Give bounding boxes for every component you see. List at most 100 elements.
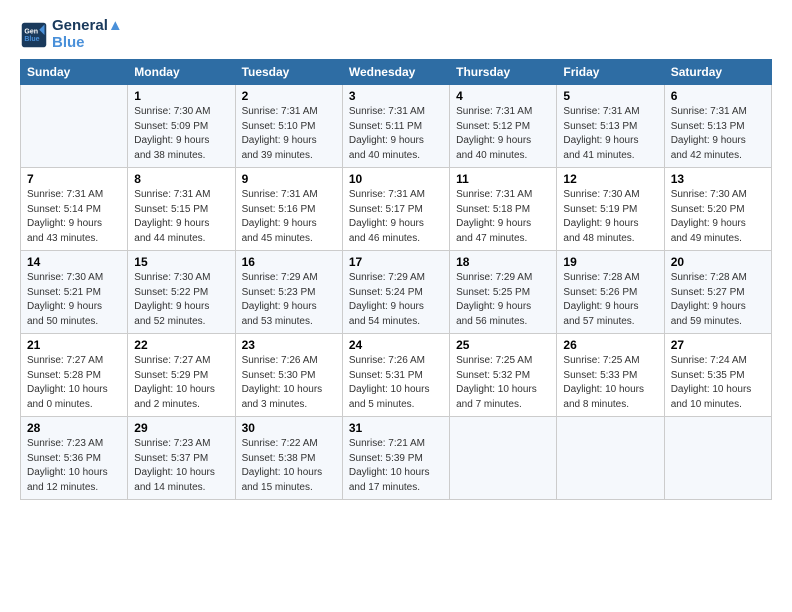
week-row-3: 14 Sunrise: 7:30 AM Sunset: 5:21 PM Dayli… [21, 251, 772, 334]
col-header-saturday: Saturday [664, 60, 771, 85]
day-info: Sunrise: 7:31 AM Sunset: 5:14 PM Dayligh… [27, 188, 121, 246]
day-info: Sunrise: 7:30 AM Sunset: 5:21 PM Dayligh… [27, 271, 121, 329]
day-number: 19 [563, 255, 657, 269]
week-row-4: 21Sunrise: 7:27 AM Sunset: 5:28 PM Dayli… [21, 334, 772, 417]
day-number: 24 [349, 338, 443, 352]
day-info: Sunrise: 7:31 AM Sunset: 5:15 PM Dayligh… [134, 188, 228, 246]
week-row-1: 1Sunrise: 7:30 AM Sunset: 5:09 PM Daylig… [21, 85, 772, 168]
day-number: 30 [242, 421, 336, 435]
day-number: 21 [27, 338, 121, 352]
day-number: 17 [349, 255, 443, 269]
day-info: Sunrise: 7:29 AM Sunset: 5:25 PM Dayligh… [456, 271, 550, 329]
calendar-cell: 22 Sunrise: 7:27 AM Sunset: 5:29 PM Dayli… [128, 334, 235, 417]
day-number: 14 [27, 255, 121, 269]
calendar-cell [664, 417, 771, 500]
day-info: Sunrise: 7:31 AM Sunset: 5:12 PM Dayligh… [456, 105, 550, 163]
day-info: Sunrise: 7:27 AM Sunset: 5:29 PM Dayligh… [134, 354, 228, 412]
day-info: Sunrise: 7:31 AM Sunset: 5:13 PM Dayligh… [563, 105, 657, 163]
calendar-cell: 18Sunrise: 7:29 AM Sunset: 5:25 PM Dayli… [450, 251, 557, 334]
calendar-cell: 28 Sunrise: 7:23 AM Sunset: 5:36 PM Dayli… [21, 417, 128, 500]
calendar-cell: 27 Sunrise: 7:24 AM Sunset: 5:35 PM Dayli… [664, 334, 771, 417]
calendar-cell: 13Sunrise: 7:30 AM Sunset: 5:20 PM Dayli… [664, 168, 771, 251]
week-row-5: 28 Sunrise: 7:23 AM Sunset: 5:36 PM Dayli… [21, 417, 772, 500]
calendar-cell [450, 417, 557, 500]
page: Gen Blue General▲ Blue SundayMondayTuesd… [0, 0, 792, 612]
day-info: Sunrise: 7:28 AM Sunset: 5:26 PM Dayligh… [563, 271, 657, 329]
calendar-cell: 4Sunrise: 7:31 AM Sunset: 5:12 PM Daylig… [450, 85, 557, 168]
day-info: Sunrise: 7:29 AM Sunset: 5:23 PM Dayligh… [242, 271, 336, 329]
day-number: 28 [27, 421, 121, 435]
calendar-cell: 30 Sunrise: 7:22 AM Sunset: 5:38 PM Dayli… [235, 417, 342, 500]
calendar-cell: 5 Sunrise: 7:31 AM Sunset: 5:13 PM Daylig… [557, 85, 664, 168]
day-info: Sunrise: 7:30 AM Sunset: 5:19 PM Dayligh… [563, 188, 657, 246]
day-info: Sunrise: 7:26 AM Sunset: 5:30 PM Dayligh… [242, 354, 336, 412]
day-number: 11 [456, 172, 550, 186]
day-number: 8 [134, 172, 228, 186]
calendar-cell: 25 Sunrise: 7:25 AM Sunset: 5:32 PM Dayli… [450, 334, 557, 417]
day-number: 29 [134, 421, 228, 435]
calendar-cell: 12 Sunrise: 7:30 AM Sunset: 5:19 PM Dayli… [557, 168, 664, 251]
col-header-sunday: Sunday [21, 60, 128, 85]
day-number: 15 [134, 255, 228, 269]
day-info: Sunrise: 7:24 AM Sunset: 5:35 PM Dayligh… [671, 354, 765, 412]
calendar-cell: 19 Sunrise: 7:28 AM Sunset: 5:26 PM Dayli… [557, 251, 664, 334]
day-number: 12 [563, 172, 657, 186]
logo-icon: Gen Blue [20, 21, 48, 49]
day-number: 13 [671, 172, 765, 186]
calendar-cell [21, 85, 128, 168]
day-info: Sunrise: 7:31 AM Sunset: 5:16 PM Dayligh… [242, 188, 336, 246]
day-number: 9 [242, 172, 336, 186]
logo: Gen Blue General▲ Blue [20, 18, 123, 51]
day-info: Sunrise: 7:31 AM Sunset: 5:13 PM Dayligh… [671, 105, 765, 163]
calendar-cell: 23 Sunrise: 7:26 AM Sunset: 5:30 PM Dayli… [235, 334, 342, 417]
day-info: Sunrise: 7:25 AM Sunset: 5:33 PM Dayligh… [563, 354, 657, 412]
col-header-tuesday: Tuesday [235, 60, 342, 85]
header-row: SundayMondayTuesdayWednesdayThursdayFrid… [21, 60, 772, 85]
week-row-2: 7 Sunrise: 7:31 AM Sunset: 5:14 PM Daylig… [21, 168, 772, 251]
calendar-cell: 17 Sunrise: 7:29 AM Sunset: 5:24 PM Dayli… [342, 251, 449, 334]
calendar-cell: 26 Sunrise: 7:25 AM Sunset: 5:33 PM Dayli… [557, 334, 664, 417]
day-number: 26 [563, 338, 657, 352]
day-number: 27 [671, 338, 765, 352]
day-number: 20 [671, 255, 765, 269]
calendar-cell: 24Sunrise: 7:26 AM Sunset: 5:31 PM Dayli… [342, 334, 449, 417]
day-info: Sunrise: 7:23 AM Sunset: 5:36 PM Dayligh… [27, 437, 121, 495]
day-info: Sunrise: 7:30 AM Sunset: 5:09 PM Dayligh… [134, 105, 228, 163]
day-number: 31 [349, 421, 443, 435]
calendar-cell: 2 Sunrise: 7:31 AM Sunset: 5:10 PM Daylig… [235, 85, 342, 168]
day-info: Sunrise: 7:30 AM Sunset: 5:22 PM Dayligh… [134, 271, 228, 329]
calendar-table: SundayMondayTuesdayWednesdayThursdayFrid… [20, 59, 772, 500]
day-info: Sunrise: 7:22 AM Sunset: 5:38 PM Dayligh… [242, 437, 336, 495]
day-info: Sunrise: 7:31 AM Sunset: 5:18 PM Dayligh… [456, 188, 550, 246]
day-info: Sunrise: 7:29 AM Sunset: 5:24 PM Dayligh… [349, 271, 443, 329]
day-info: Sunrise: 7:25 AM Sunset: 5:32 PM Dayligh… [456, 354, 550, 412]
day-info: Sunrise: 7:23 AM Sunset: 5:37 PM Dayligh… [134, 437, 228, 495]
calendar-cell: 14 Sunrise: 7:30 AM Sunset: 5:21 PM Dayli… [21, 251, 128, 334]
logo-text: General▲ Blue [52, 18, 123, 51]
col-header-wednesday: Wednesday [342, 60, 449, 85]
day-number: 6 [671, 89, 765, 103]
day-number: 25 [456, 338, 550, 352]
calendar-cell [557, 417, 664, 500]
col-header-friday: Friday [557, 60, 664, 85]
day-number: 2 [242, 89, 336, 103]
calendar-cell: 29 Sunrise: 7:23 AM Sunset: 5:37 PM Dayli… [128, 417, 235, 500]
calendar-cell: 8 Sunrise: 7:31 AM Sunset: 5:15 PM Daylig… [128, 168, 235, 251]
day-info: Sunrise: 7:21 AM Sunset: 5:39 PM Dayligh… [349, 437, 443, 495]
calendar-cell: 9 Sunrise: 7:31 AM Sunset: 5:16 PM Daylig… [235, 168, 342, 251]
day-number: 22 [134, 338, 228, 352]
calendar-cell: 1Sunrise: 7:30 AM Sunset: 5:09 PM Daylig… [128, 85, 235, 168]
col-header-monday: Monday [128, 60, 235, 85]
day-number: 23 [242, 338, 336, 352]
day-number: 10 [349, 172, 443, 186]
calendar-cell: 6 Sunrise: 7:31 AM Sunset: 5:13 PM Daylig… [664, 85, 771, 168]
calendar-cell: 11 Sunrise: 7:31 AM Sunset: 5:18 PM Dayli… [450, 168, 557, 251]
day-info: Sunrise: 7:31 AM Sunset: 5:10 PM Dayligh… [242, 105, 336, 163]
svg-text:Blue: Blue [24, 36, 39, 43]
calendar-cell: 20Sunrise: 7:28 AM Sunset: 5:27 PM Dayli… [664, 251, 771, 334]
day-number: 7 [27, 172, 121, 186]
day-number: 5 [563, 89, 657, 103]
day-info: Sunrise: 7:31 AM Sunset: 5:11 PM Dayligh… [349, 105, 443, 163]
day-info: Sunrise: 7:31 AM Sunset: 5:17 PM Dayligh… [349, 188, 443, 246]
calendar-cell: 16Sunrise: 7:29 AM Sunset: 5:23 PM Dayli… [235, 251, 342, 334]
